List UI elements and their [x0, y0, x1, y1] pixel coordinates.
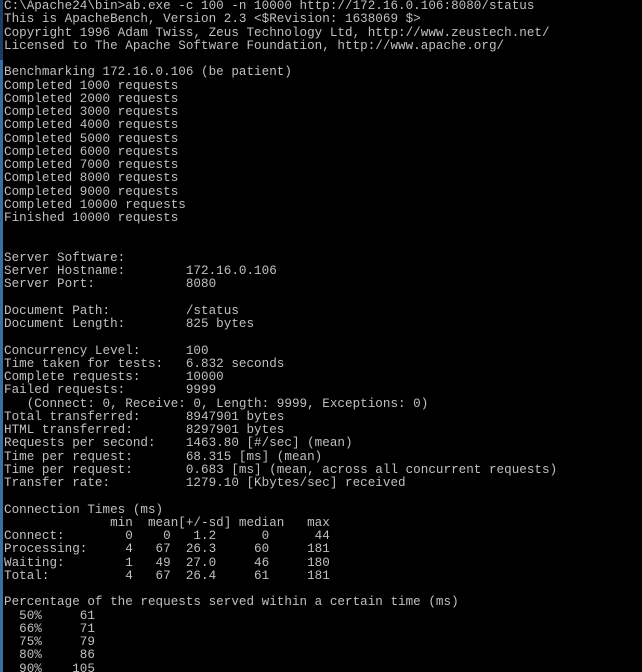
- console-line: 90% 105: [4, 661, 95, 672]
- console-line: Server Hostname: 172.16.0.106: [4, 264, 277, 278]
- console-line: Document Path: /status: [4, 303, 239, 318]
- console-line: HTML transferred: 8297901 bytes: [4, 423, 285, 437]
- console-line: Completed 2000 requests: [4, 91, 179, 106]
- console-line: Server Software:: [4, 250, 186, 265]
- console-line: C:\Apache24\bin>ab.exe -c 100 -n 10000 h…: [4, 0, 535, 13]
- console-line: 75% 79: [4, 635, 95, 649]
- console-window[interactable]: C:\Apache24\bin>ab.exe -c 100 -n 10000 h…: [0, 0, 642, 672]
- console-line: Processing: 4 67 26.3 60 181: [4, 542, 330, 557]
- console-line: Total transferred: 8947901 bytes: [4, 409, 285, 424]
- console-line: Connection Times (ms): [4, 502, 164, 517]
- console-line: Transfer rate: 1279.10 [Kbytes/sec] rece…: [4, 476, 406, 490]
- console-line: Time per request: 0.683 [ms] (mean, acro…: [4, 462, 558, 477]
- console-line: Concurrency Level: 100: [4, 343, 209, 358]
- console-line: Total: 4 67 26.4 61 181: [4, 568, 330, 583]
- console-line: This is ApacheBench, Version 2.3 <$Revis…: [4, 12, 421, 27]
- console-line: Copyright 1996 Adam Twiss, Zeus Technolo…: [4, 25, 550, 40]
- console-line: Completed 10000 requests: [4, 197, 186, 212]
- console-output-text: C:\Apache24\bin>ab.exe -c 100 -n 10000 h…: [4, 0, 642, 672]
- console-line: Document Length: 825 bytes: [4, 317, 255, 331]
- console-line: Percentage of the requests served within…: [4, 595, 459, 610]
- console-line: (Connect: 0, Receive: 0, Length: 9999, E…: [4, 396, 429, 411]
- console-line: Completed 4000 requests: [4, 118, 179, 133]
- console-line: Server Port: 8080: [4, 277, 217, 292]
- console-line: Completed 8000 requests: [4, 171, 179, 186]
- console-line: Completed 1000 requests: [4, 78, 179, 93]
- console-line: min mean[+/-sd] median max: [4, 515, 330, 530]
- console-line: 80% 86: [4, 648, 95, 663]
- console-line: Failed requests: 9999: [4, 383, 217, 398]
- console-line: Completed 9000 requests: [4, 184, 179, 199]
- vertical-scrollbar[interactable]: [0, 0, 3, 672]
- console-line: Completed 7000 requests: [4, 158, 179, 172]
- scrollbar-thumb[interactable]: [0, 0, 3, 60]
- console-line: 50% 61: [4, 608, 95, 623]
- console-line: Completed 5000 requests: [4, 131, 179, 146]
- console-line: 66% 71: [4, 621, 95, 636]
- console-line: Complete requests: 10000: [4, 370, 224, 384]
- console-line: Requests per second: 1463.80 [#/sec] (me…: [4, 436, 353, 451]
- console-line: Time taken for tests: 6.832 seconds: [4, 356, 285, 371]
- console-line: Benchmarking 172.16.0.106 (be patient): [4, 65, 292, 80]
- console-line: Completed 3000 requests: [4, 105, 179, 119]
- console-line: Finished 10000 requests: [4, 211, 179, 225]
- console-line: Time per request: 68.315 [ms] (mean): [4, 449, 323, 464]
- console-line: Connect: 0 0 1.2 0 44: [4, 529, 330, 543]
- console-line: Waiting: 1 49 27.0 46 180: [4, 555, 330, 570]
- console-line: Completed 6000 requests: [4, 144, 179, 159]
- console-line: Licensed to The Apache Software Foundati…: [4, 38, 505, 53]
